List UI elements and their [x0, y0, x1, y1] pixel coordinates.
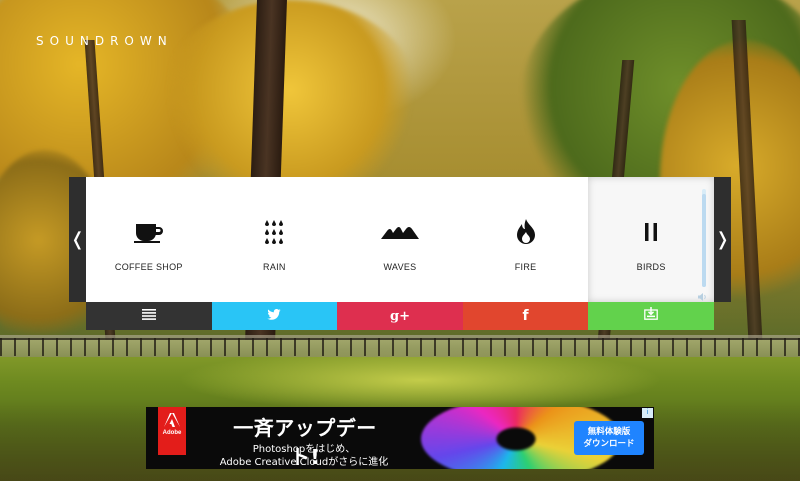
volume-slider[interactable]: [701, 189, 706, 287]
sound-label: WAVES: [383, 262, 417, 272]
sound-label: RAIN: [263, 262, 286, 272]
speaker-icon: [697, 288, 708, 301]
sound-tile-birds[interactable]: BIRDS: [588, 177, 714, 302]
park-fence: [0, 338, 800, 356]
chevron-left-icon: ❬: [69, 229, 86, 249]
sound-tile-fire[interactable]: FIRE: [463, 177, 589, 302]
sound-label: COFFEE SHOP: [114, 262, 183, 272]
chevron-right-icon: ❭: [714, 229, 731, 249]
sound-selector: COFFEE SHOP RAIN WAVES FIRE BIRDS: [86, 177, 714, 302]
google-plus-share-button[interactable]: g+: [337, 302, 463, 330]
pause-icon[interactable]: [588, 215, 714, 249]
sound-tile-rain[interactable]: RAIN: [212, 177, 338, 302]
sound-label: FIRE: [514, 262, 537, 272]
sound-tile-coffee-shop[interactable]: COFFEE SHOP: [86, 177, 212, 302]
ad-banner[interactable]: Adobe 一斉アップデート! Photoshopをはじめ、 Adobe Cre…: [146, 407, 654, 469]
ad-subtext-2: Adobe Creative Cloudがさらに進化: [219, 457, 389, 468]
menu-icon: [141, 307, 156, 325]
twitter-share-button[interactable]: [211, 302, 338, 330]
app-root: SOUNDROWN ❬ COFFEE SHOP RAIN WAVES FIRE …: [0, 0, 800, 481]
facebook-icon: f: [522, 308, 529, 324]
facebook-share-button[interactable]: f: [462, 302, 589, 330]
share-bar: g+ f: [86, 302, 714, 330]
ad-info-icon[interactable]: i: [642, 408, 653, 418]
google-plus-icon: g+: [389, 308, 410, 324]
download-button[interactable]: [588, 302, 714, 330]
foliage-center: [160, 0, 420, 200]
sound-label: BIRDS: [636, 262, 666, 272]
previous-arrow-button[interactable]: ❬: [69, 177, 86, 302]
next-arrow-button[interactable]: ❭: [714, 177, 731, 302]
ad-cta-line-1: 無料体験版: [587, 427, 631, 437]
adobe-mark-icon: [164, 413, 180, 427]
twitter-icon: [267, 307, 281, 325]
raindrops-icon: [212, 215, 338, 249]
ad-cta-line-2: ダウンロード: [583, 439, 635, 449]
app-logo[interactable]: SOUNDROWN: [36, 34, 173, 48]
adobe-wordmark: Adobe: [162, 430, 182, 436]
waves-icon: [337, 215, 463, 249]
volume-level: [701, 193, 706, 287]
ad-download-button[interactable]: 無料体験版 ダウンロード: [574, 421, 644, 455]
coffee-cup-icon: [86, 215, 212, 249]
adobe-logo: Adobe: [158, 407, 186, 455]
sound-tile-waves[interactable]: WAVES: [337, 177, 463, 302]
flame-icon: [463, 215, 589, 249]
download-icon: [644, 307, 659, 325]
menu-button[interactable]: [86, 302, 212, 330]
